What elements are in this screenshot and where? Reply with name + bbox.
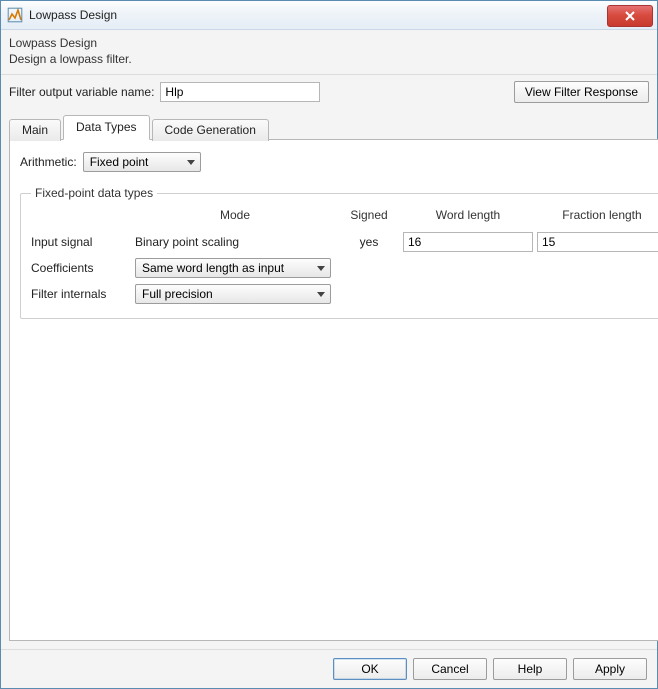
internals-mode-wrap: Full precision (135, 284, 331, 304)
header-subtitle: Design a lowpass filter. (9, 52, 649, 66)
tabpage-wrap: Arithmetic: Fixed point Fixed-point data… (1, 140, 657, 649)
arithmetic-label: Arithmetic: (20, 155, 77, 169)
row-input-label: Input signal (31, 235, 131, 249)
button-bar: OK Cancel Help Apply (1, 649, 657, 688)
row-internals-label: Filter internals (31, 287, 131, 301)
col-fraction-length: Fraction length (537, 208, 658, 226)
tab-main[interactable]: Main (9, 119, 61, 141)
tabs: Main Data Types Code Generation (1, 109, 657, 140)
close-button[interactable] (607, 5, 653, 27)
coeff-mode-wrap: Same word length as input (135, 258, 331, 278)
filter-internals-mode-select[interactable]: Full precision (135, 284, 331, 304)
arithmetic-select[interactable]: Fixed point (83, 152, 201, 172)
col-word-length: Word length (403, 208, 533, 226)
arithmetic-select-wrap: Fixed point (83, 152, 201, 172)
tabbar: Main Data Types Code Generation (9, 115, 649, 140)
close-icon (625, 11, 635, 21)
tabpage-data-types: Arithmetic: Fixed point Fixed-point data… (9, 139, 658, 641)
arithmetic-row: Arithmetic: Fixed point (20, 152, 658, 172)
tab-data-types[interactable]: Data Types (63, 115, 149, 140)
view-filter-response-button[interactable]: View Filter Response (514, 81, 649, 103)
row-input-signed: yes (339, 235, 399, 249)
input-fraction-length[interactable] (537, 232, 658, 252)
filter-name-input[interactable] (160, 82, 320, 102)
help-button[interactable]: Help (493, 658, 567, 680)
cancel-button[interactable]: Cancel (413, 658, 487, 680)
fixed-point-grid: Mode Signed Word length Fraction length … (31, 208, 658, 304)
filter-name-label: Filter output variable name: (9, 85, 154, 99)
row-coeff-label: Coefficients (31, 261, 131, 275)
header-block: Lowpass Design Design a lowpass filter. (1, 30, 657, 75)
coefficients-mode-select[interactable]: Same word length as input (135, 258, 331, 278)
input-word-length[interactable] (403, 232, 533, 252)
row-input-mode: Binary point scaling (135, 235, 335, 249)
apply-button[interactable]: Apply (573, 658, 647, 680)
fixed-point-legend: Fixed-point data types (31, 186, 157, 200)
app-icon (7, 7, 23, 23)
tab-code-generation[interactable]: Code Generation (152, 119, 269, 141)
window-title: Lowpass Design (29, 8, 607, 22)
filter-name-row: Filter output variable name: View Filter… (1, 75, 657, 109)
dialog-window: Lowpass Design Lowpass Design Design a l… (0, 0, 658, 689)
col-signed: Signed (339, 208, 399, 226)
titlebar: Lowpass Design (1, 1, 657, 30)
ok-button[interactable]: OK (333, 658, 407, 680)
col-mode: Mode (135, 208, 335, 226)
fixed-point-group: Fixed-point data types Mode Signed Word … (20, 186, 658, 319)
header-title: Lowpass Design (9, 36, 649, 50)
